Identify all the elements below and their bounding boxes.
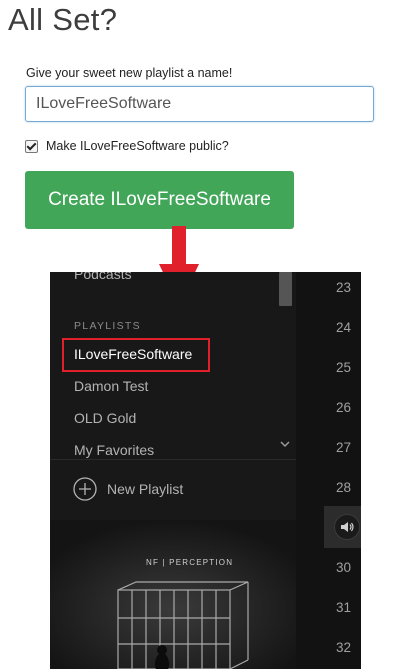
- album-cover-art: [50, 520, 296, 669]
- track-number: 32: [335, 640, 352, 655]
- track-number: 30: [335, 560, 352, 575]
- public-checkbox-label: Make ILoveFreeSoftware public?: [46, 139, 229, 153]
- now-playing-speaker[interactable]: [334, 514, 360, 540]
- album-cover[interactable]: [50, 520, 296, 669]
- create-playlist-button[interactable]: Create ILoveFreeSoftware: [25, 171, 294, 229]
- chevron-down-icon[interactable]: [280, 440, 290, 448]
- sidebar-scrollbar-thumb[interactable]: [279, 272, 292, 306]
- new-playlist-label: New Playlist: [107, 481, 184, 497]
- track-number: 27: [335, 440, 352, 455]
- track-number: 23: [335, 280, 352, 295]
- playlist-name-input[interactable]: [25, 86, 374, 122]
- sidebar-playlist-old-gold[interactable]: OLD Gold: [74, 410, 136, 426]
- new-playlist-button[interactable]: New Playlist: [73, 477, 183, 501]
- plus-circle-icon: [73, 477, 97, 501]
- sidebar-playlist-my-favorites[interactable]: My Favorites: [74, 442, 154, 458]
- album-cover-title: NF | PERCEPTION: [146, 558, 234, 567]
- sidebar-divider: [50, 459, 296, 460]
- sidebar: Podcasts PLAYLISTS ILoveFreeSoftware Dam…: [50, 272, 296, 669]
- tracklist-numbers: 23 24 25 26 27 28 30 31 32: [324, 272, 361, 669]
- public-checkbox[interactable]: [25, 139, 38, 153]
- spotify-player-panel: Podcasts PLAYLISTS ILoveFreeSoftware Dam…: [50, 272, 361, 669]
- playlists-section-label: PLAYLISTS: [74, 320, 141, 332]
- sidebar-playlist-damon-test[interactable]: Damon Test: [74, 378, 148, 394]
- speaker-icon: [341, 522, 354, 532]
- new-playlist-highlight-box: [62, 338, 210, 372]
- page-title: All Set?: [8, 2, 118, 37]
- sidebar-item-podcasts[interactable]: Podcasts: [74, 272, 132, 282]
- track-number: 26: [335, 400, 352, 415]
- track-number: 31: [335, 600, 352, 615]
- public-toggle-row[interactable]: Make ILoveFreeSoftware public?: [25, 139, 229, 153]
- track-number: 25: [335, 360, 352, 375]
- track-number: 28: [335, 480, 352, 495]
- playlist-name-prompt: Give your sweet new playlist a name!: [26, 66, 233, 80]
- track-number: 24: [335, 320, 352, 335]
